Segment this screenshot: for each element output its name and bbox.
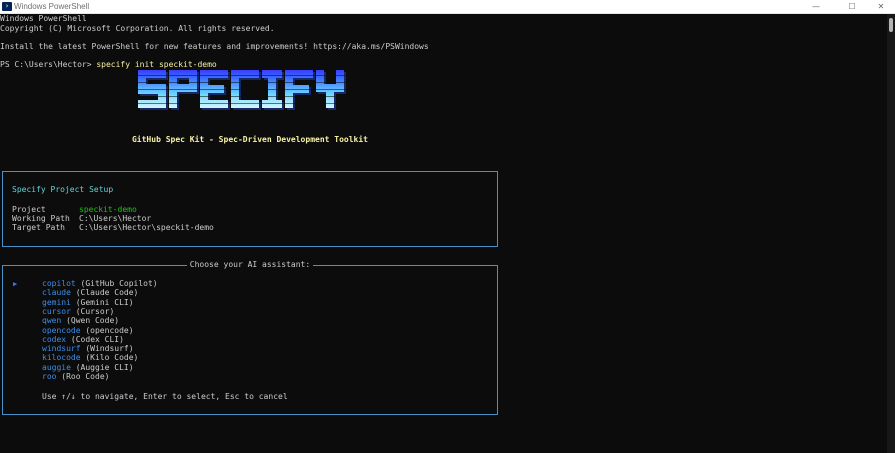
- window-titlebar[interactable]: › Windows PowerShell — ☐ ✕: [0, 0, 895, 14]
- selection-pointer-icon: ▶: [13, 280, 18, 288]
- powershell-icon: ›: [2, 2, 12, 11]
- option-description: (Claude Code): [75, 288, 139, 298]
- terminal-line: Install the latest PowerShell for new fe…: [0, 42, 429, 51]
- option-description: (Auggie CLI): [75, 362, 134, 372]
- terminal-line: Windows PowerShell: [0, 14, 87, 23]
- option-description: (Kilo Code): [85, 353, 139, 363]
- prompt: PS C:\Users\Hector>: [0, 60, 97, 69]
- option-key: cursor: [42, 306, 71, 316]
- option-description: (Cursor): [75, 306, 115, 316]
- option-description: (Roo Code): [61, 372, 110, 381]
- terminal-output[interactable]: Windows PowerShell Copyright (C) Microso…: [0, 14, 887, 453]
- option-key: auggie: [42, 362, 71, 372]
- vertical-scrollbar[interactable]: [887, 14, 895, 453]
- banner-tagline: GitHub Spec Kit - Spec-Driven Developmen…: [131, 135, 368, 144]
- maximize-button[interactable]: ☐: [840, 0, 864, 13]
- terminal-prompt-line: PS C:\Users\Hector> specify init speckit…: [0, 60, 217, 70]
- option-description: (Gemini CLI): [75, 297, 134, 307]
- help-text: Use ↑/↓ to navigate, Enter to select, Es…: [42, 392, 288, 401]
- ai-assistant-panel: Choose your AI assistant: ▶ copilot (Git…: [2, 260, 498, 415]
- assistant-option-roo[interactable]: roo (Roo Code): [42, 372, 109, 382]
- option-key: claude: [42, 288, 71, 298]
- option-key: kilocode: [42, 353, 81, 363]
- panel-title: Specify Project Setup: [12, 185, 114, 194]
- command-text: specify init speckit-demo: [96, 60, 217, 69]
- option-description: (Codex CLI): [70, 334, 124, 344]
- scrollbar-thumb[interactable]: [889, 18, 893, 32]
- option-key: opencode: [42, 325, 81, 335]
- project-setup-panel: Specify Project Setup Project speckit-de…: [2, 171, 498, 247]
- close-button[interactable]: ✕: [869, 0, 893, 13]
- option-key: qwen: [42, 316, 62, 326]
- option-description: (GitHub Copilot): [80, 279, 158, 288]
- specify-banner: [138, 70, 358, 118]
- option-description: (opencode): [85, 325, 134, 335]
- setup-label-target-path: Target Path: [12, 223, 65, 232]
- panel-heading: Choose your AI assistant:: [3, 260, 497, 270]
- option-key: roo: [42, 372, 57, 381]
- option-key: codex: [42, 334, 67, 344]
- option-key: windsurf: [42, 344, 81, 354]
- option-key: copilot: [42, 279, 76, 288]
- panel-heading-text: Choose your AI assistant:: [186, 260, 314, 269]
- setup-value-target-path: C:\Users\Hector\speckit-demo: [79, 223, 214, 232]
- terminal-line: Copyright (C) Microsoft Corporation. All…: [0, 24, 275, 33]
- window-title: Windows PowerShell: [14, 2, 90, 11]
- option-description: (Windsurf): [85, 344, 134, 354]
- option-key: gemini: [42, 297, 71, 307]
- option-description: (Qwen Code): [66, 316, 120, 326]
- specify-logo: [138, 70, 358, 110]
- minimize-button[interactable]: —: [804, 0, 828, 13]
